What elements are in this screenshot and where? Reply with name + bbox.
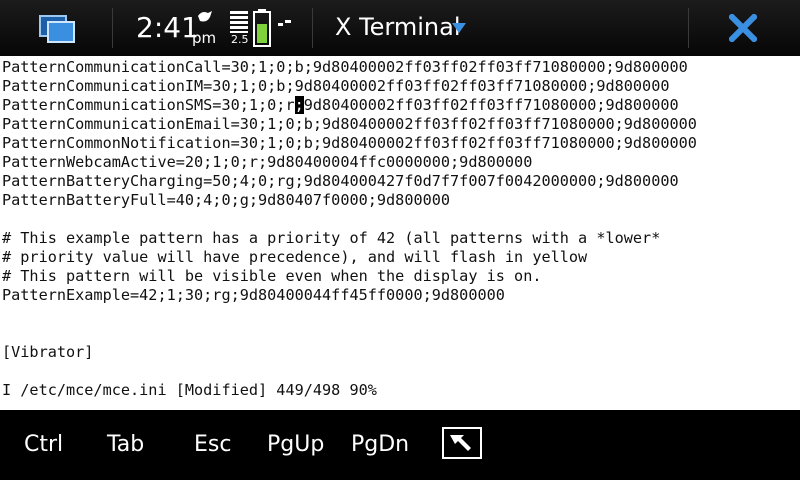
network-type-label: 2.5 (231, 33, 249, 46)
terminal-line: PatternCommunicationIM=30;1;0;b;9d804000… (2, 77, 670, 95)
keyboard-toggle-button[interactable] (442, 427, 482, 459)
status-separator (688, 8, 689, 48)
terminal-text-before-cursor: PatternCommunicationSMS=30;1;0;r (2, 96, 295, 114)
keyboard-toggle-icon (450, 435, 471, 451)
clock-time: 2:41 (136, 11, 199, 44)
tab-key-button[interactable]: Tab (107, 432, 144, 457)
terminal-text-after-cursor: 9d80400002ff03ff02ff03ff71080000;9d80000… (303, 96, 679, 114)
pgdn-key-button[interactable]: PgDn (351, 432, 409, 457)
signal-strength-icon (230, 11, 248, 33)
status-separator (312, 8, 313, 48)
app-title[interactable]: X Terminal (335, 13, 461, 41)
bottom-toolbar: Ctrl Tab Esc PgUp PgDn (0, 410, 800, 480)
chevron-down-icon[interactable] (451, 22, 467, 34)
terminal-line: # This pattern will be visible even when… (2, 267, 542, 285)
clock-ampm: pm (192, 29, 217, 47)
terminal-line-with-cursor: PatternCommunicationSMS=30;1;0;r;9d80400… (2, 96, 697, 115)
connectivity-icon (278, 20, 291, 26)
terminal-line: # This example pattern has a priority of… (2, 229, 661, 247)
terminal-view[interactable]: PatternCommunicationCall=30;1;0;b;9d8040… (0, 56, 800, 410)
editor-status-line: I /etc/mce/mce.ini [Modified] 449/498 90… (2, 381, 377, 399)
close-icon[interactable] (729, 14, 757, 42)
pgup-key-button[interactable]: PgUp (267, 432, 324, 457)
ctrl-key-button[interactable]: Ctrl (24, 432, 63, 457)
battery-icon (253, 9, 271, 47)
terminal-line: PatternCommunicationEmail=30;1;0;b;9d804… (2, 115, 697, 133)
text-cursor: ; (294, 96, 304, 114)
terminal-line: PatternWebcamActive=20;1;0;r;9d80400004f… (2, 153, 533, 171)
terminal-line: PatternCommonNotification=30;1;0;b;9d804… (2, 134, 697, 152)
presence-icon (198, 11, 212, 22)
status-separator (112, 8, 113, 48)
terminal-text: PatternCommunicationCall=30;1;0;b;9d8040… (2, 58, 697, 400)
terminal-line: PatternCommunicationCall=30;1;0;b;9d8040… (2, 58, 688, 76)
terminal-line: PatternExample=42;1;30;rg;9d80400044ff45… (2, 286, 505, 304)
terminal-line: [Vibrator] (2, 343, 94, 361)
terminal-line: # priority value will have precedence), … (2, 248, 588, 266)
terminal-line: PatternBatteryFull=40;4;0;g;9d80407f0000… (2, 191, 451, 209)
task-switcher-icon[interactable] (38, 14, 76, 44)
terminal-line: PatternBatteryCharging=50;4;0;rg;9d80400… (2, 172, 679, 190)
esc-key-button[interactable]: Esc (194, 432, 231, 457)
status-bar: 2:41 pm 2.5 X Terminal (0, 0, 800, 56)
